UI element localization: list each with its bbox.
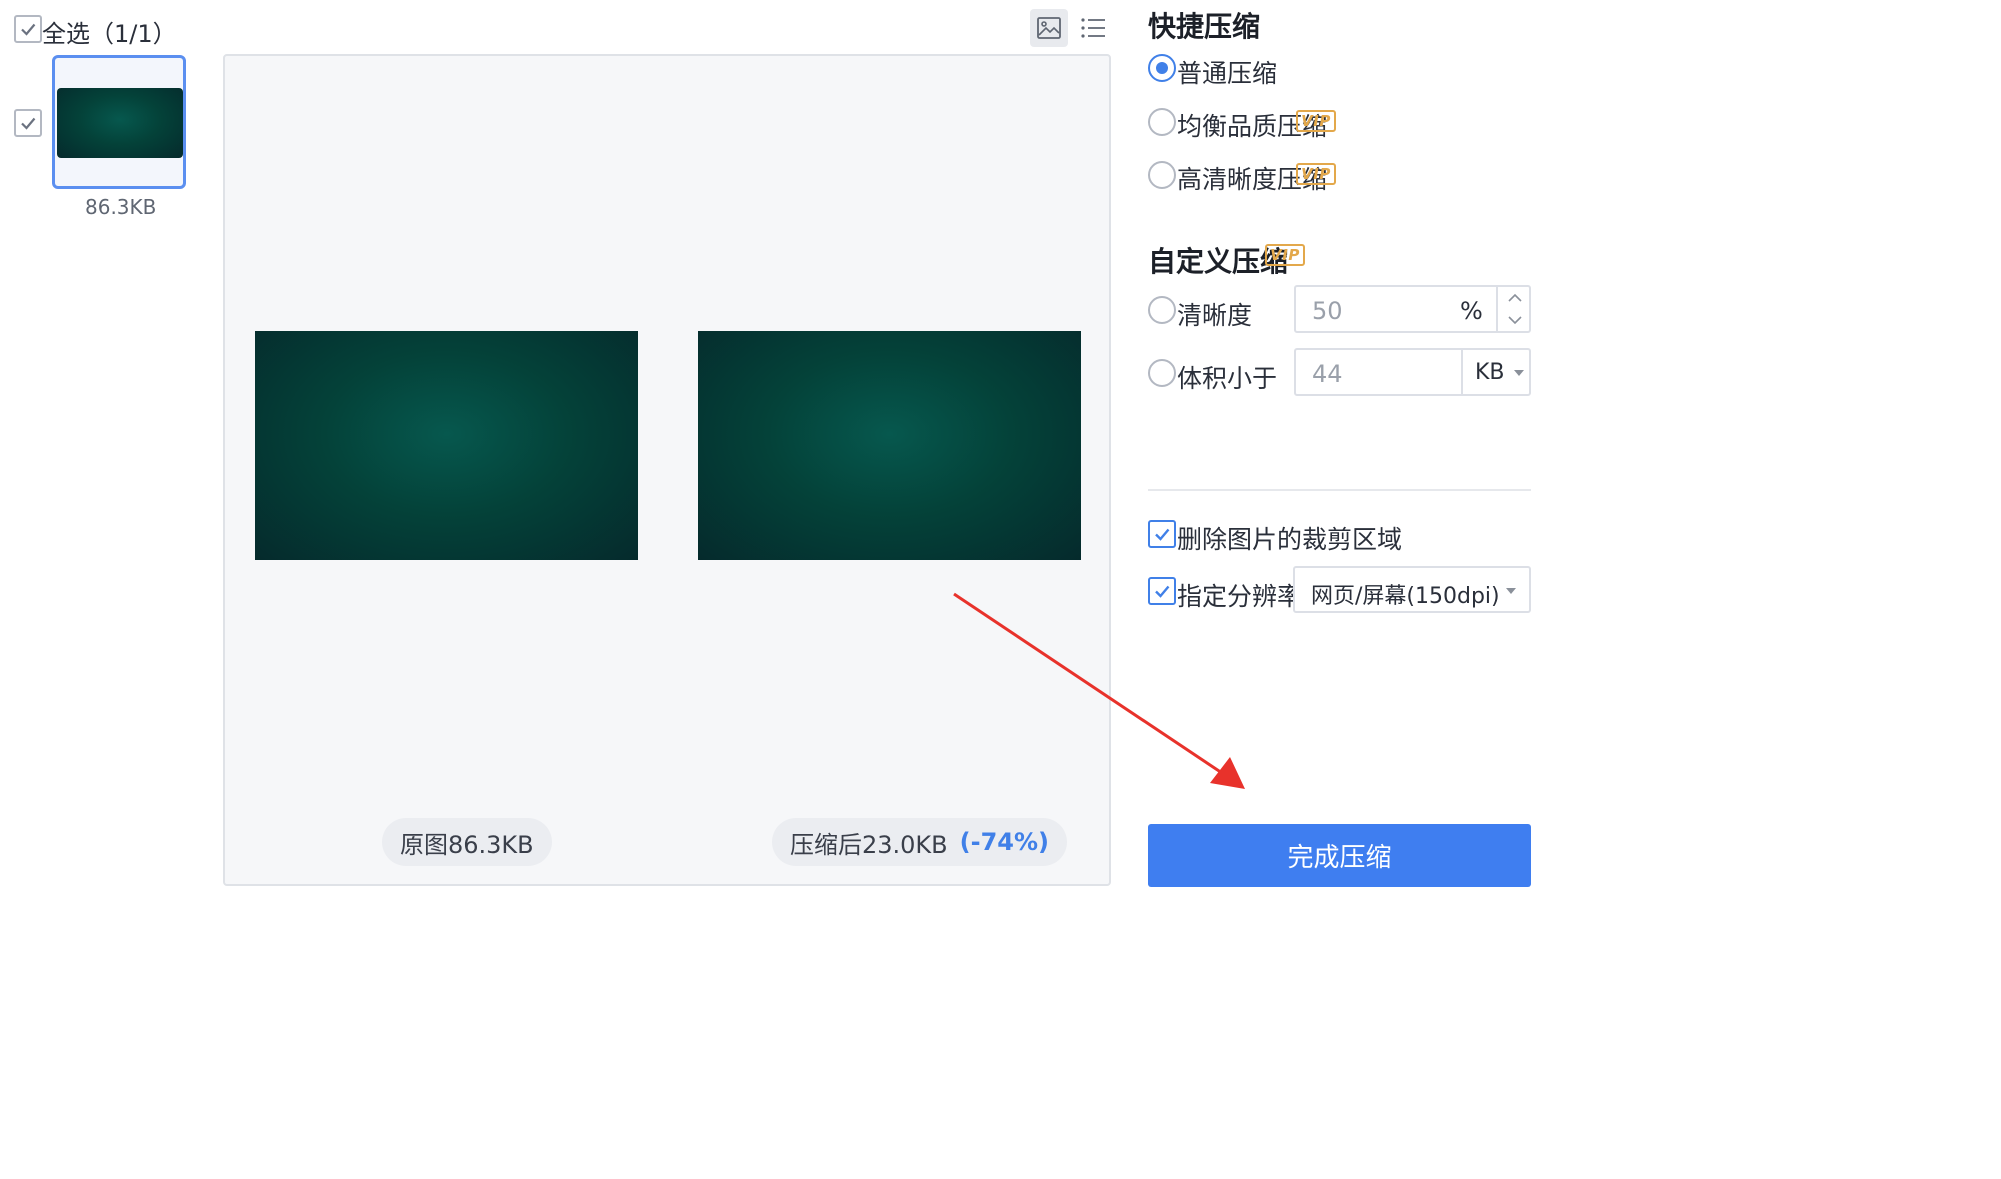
list-view-button[interactable]: [1076, 9, 1110, 47]
image-view-icon: [1037, 17, 1061, 39]
option-normal-label[interactable]: 普通压缩: [1177, 54, 1277, 90]
annotation-arrow-icon: [953, 592, 1245, 789]
size-unit-select[interactable]: KB: [1461, 350, 1531, 394]
original-size-label: 原图86.3KB: [400, 830, 534, 859]
radio-size-limit[interactable]: [1148, 359, 1176, 387]
compression-ratio: (-74%): [959, 828, 1049, 856]
chevron-up-icon[interactable]: [1508, 293, 1522, 302]
radio-balanced-compress[interactable]: [1148, 108, 1176, 136]
vip-badge: VIP: [1296, 110, 1336, 132]
size-limit-label: 体积小于: [1177, 364, 1278, 393]
resolution-value: 网页/屏幕(150dpi): [1311, 584, 1500, 609]
divider: [1148, 489, 1531, 491]
original-size-pill: 原图86.3KB: [382, 818, 552, 866]
original-preview-image: [255, 331, 638, 560]
vip-badge: VIP: [1265, 244, 1305, 266]
radio-normal-compress[interactable]: [1148, 54, 1176, 82]
compressed-size-label: 压缩后23.0KB: [790, 830, 948, 859]
resolution-select[interactable]: 网页/屏幕(150dpi): [1293, 566, 1531, 613]
compressed-size-pill: 压缩后23.0KB (-74%): [772, 818, 1067, 866]
check-icon: [21, 23, 36, 36]
size-unit-value: KB: [1475, 360, 1505, 385]
size-limit-input[interactable]: 44 KB: [1294, 348, 1531, 396]
check-icon: [1155, 528, 1170, 541]
thumbnail-image: [57, 88, 183, 158]
radio-hd-compress[interactable]: [1148, 161, 1176, 189]
radio-clarity[interactable]: [1148, 296, 1176, 324]
check-icon: [21, 117, 36, 130]
clarity-label: 清晰度: [1177, 301, 1253, 330]
compressed-preview-image: [698, 331, 1081, 560]
image-view-button[interactable]: [1030, 9, 1068, 47]
select-all-label: 全选（1/1）: [42, 20, 177, 48]
caret-down-icon: [1506, 588, 1516, 594]
thumbnail-checkbox[interactable]: [14, 109, 42, 137]
remove-crop-checkbox[interactable]: [1148, 520, 1176, 548]
thumbnail-size: 86.3KB: [85, 195, 157, 219]
select-all-checkbox[interactable]: [14, 15, 42, 43]
clarity-value: 50: [1312, 297, 1343, 325]
thumbnail-card[interactable]: [52, 55, 186, 189]
caret-down-icon: [1514, 370, 1524, 376]
quick-compress-title: 快捷压缩: [1148, 10, 1261, 43]
size-limit-value: 44: [1312, 360, 1343, 388]
finish-compress-label: 完成压缩: [1287, 843, 1392, 873]
vip-badge: VIP: [1296, 163, 1336, 185]
list-view-icon: [1081, 18, 1105, 38]
chevron-down-icon[interactable]: [1508, 316, 1522, 325]
clarity-unit: %: [1460, 297, 1483, 325]
clarity-input[interactable]: 50 %: [1294, 285, 1531, 333]
clarity-stepper[interactable]: [1496, 287, 1531, 331]
remove-crop-label: 删除图片的裁剪区域: [1177, 525, 1403, 554]
finish-compress-button[interactable]: 完成压缩: [1148, 824, 1531, 887]
